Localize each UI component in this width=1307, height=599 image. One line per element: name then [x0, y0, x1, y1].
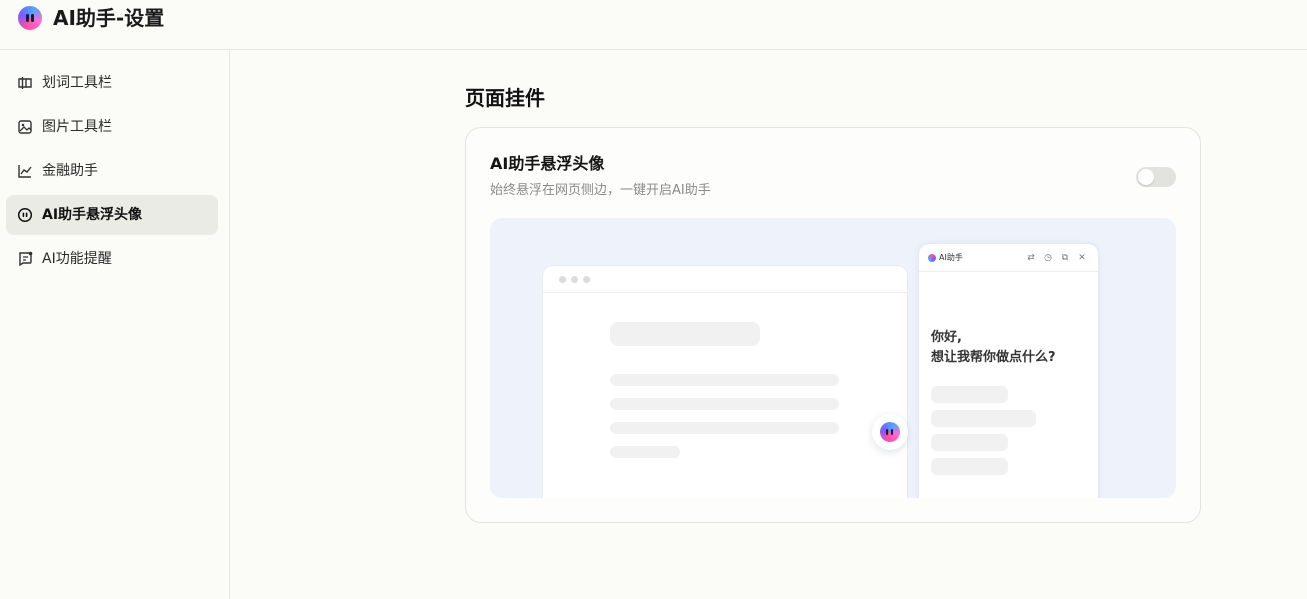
preview-panel-title: AI助手 — [939, 253, 963, 262]
greeting-line: 想让我帮你做点什么? — [931, 350, 1056, 365]
image-icon — [18, 120, 32, 134]
ai-assistant-logo-icon — [928, 254, 936, 262]
preview-greeting: 你好, 想让我帮你做点什么? — [931, 328, 1056, 368]
preview-browser-bar — [543, 266, 907, 293]
feature-preview-illustration: AI助手 ⇄ ◷ ⧉ ✕ 你好, 想让我帮你做点什么? — [490, 218, 1176, 498]
placeholder-line — [610, 422, 839, 434]
preview-browser-window — [543, 266, 907, 498]
swap-icon: ⇄ — [1027, 253, 1035, 263]
placeholder-line — [610, 398, 839, 410]
placeholder-suggestion — [931, 434, 1008, 451]
toggle-knob — [1138, 169, 1154, 185]
floating-avatar-toggle[interactable] — [1136, 167, 1176, 187]
sidebar-item-ai-reminder[interactable]: AI功能提醒 — [6, 239, 218, 279]
sidebar-item-image-toolbar[interactable]: 图片工具栏 — [6, 107, 218, 147]
reminder-icon — [19, 251, 33, 267]
floating-avatar-button — [872, 414, 908, 450]
sidebar-item-label: 金融助手 — [42, 163, 98, 179]
section-title: 页面挂件 — [465, 86, 545, 110]
placeholder-line — [610, 446, 680, 458]
sidebar-item-finance-assistant[interactable]: 金融助手 — [6, 151, 218, 191]
placeholder-block — [610, 322, 760, 346]
preview-panel-header: AI助手 ⇄ ◷ ⧉ ✕ — [919, 244, 1098, 272]
placeholder-suggestion — [931, 386, 1008, 403]
ai-assistant-logo-icon — [880, 422, 900, 442]
placeholder-line — [610, 374, 839, 386]
sidebar-item-floating-avatar[interactable]: AI助手悬浮头像 — [6, 195, 218, 235]
sidebar-item-label: AI功能提醒 — [42, 251, 112, 267]
floating-avatar-icon — [17, 207, 33, 223]
close-icon: ✕ — [1078, 253, 1086, 263]
placeholder-suggestion — [931, 458, 1008, 475]
sidebar-item-label: AI助手悬浮头像 — [42, 207, 143, 223]
setting-description: 始终悬浮在网页侧边，一键开启AI助手 — [490, 183, 711, 198]
history-icon: ◷ — [1044, 253, 1052, 263]
sidebar-item-label: 图片工具栏 — [42, 119, 112, 135]
setting-card-floating-avatar: AI助手悬浮头像 始终悬浮在网页侧边，一键开启AI助手 AI助手 ⇄ ◷ ⧉ ✕… — [465, 127, 1201, 523]
setting-title: AI助手悬浮头像 — [490, 154, 605, 173]
placeholder-suggestion — [931, 410, 1036, 427]
greeting-line: 你好, — [931, 330, 962, 345]
text-select-icon — [18, 77, 32, 89]
sidebar-item-text-toolbar[interactable]: 划词工具栏 — [6, 63, 218, 103]
sidebar-item-label: 划词工具栏 — [42, 75, 112, 91]
ai-assistant-logo-icon — [18, 6, 42, 30]
new-chat-icon: ⧉ — [1061, 253, 1069, 263]
chart-line-icon — [18, 165, 32, 178]
app-header: AI助手-设置 — [0, 0, 1307, 50]
sidebar: 划词工具栏 图片工具栏 金融助手 AI助手悬浮头像 AI功能提醒 — [0, 51, 230, 599]
preview-assistant-panel: AI助手 ⇄ ◷ ⧉ ✕ 你好, 想让我帮你做点什么? — [919, 244, 1098, 498]
app-title: AI助手-设置 — [53, 6, 165, 30]
